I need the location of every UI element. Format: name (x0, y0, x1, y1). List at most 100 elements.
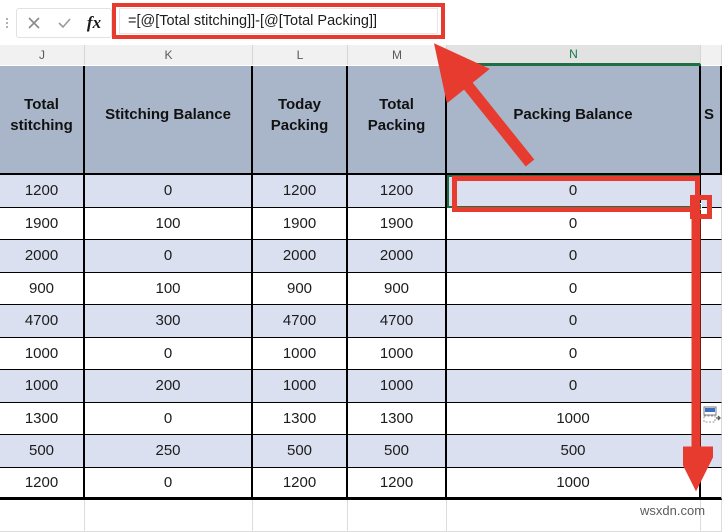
vertical-dots-icon (6, 17, 8, 28)
cell-total-packing[interactable]: 2000 (348, 240, 447, 273)
table-row[interactable]: 1300 0 1300 1300 1000 (0, 402, 722, 435)
table-header-next-column: S (701, 66, 722, 175)
cell-next[interactable] (701, 175, 722, 208)
cell-next[interactable] (701, 305, 722, 338)
cell-packing-balance[interactable]: 1000 (447, 467, 701, 500)
check-icon[interactable] (49, 9, 79, 37)
cell-next[interactable] (701, 240, 722, 273)
cell-today-packing[interactable]: 900 (253, 272, 348, 305)
cell-stitching-balance[interactable]: 0 (85, 240, 253, 273)
table-row[interactable]: 2000 0 2000 2000 0 (0, 240, 722, 273)
cell-total-packing[interactable]: 1200 (348, 175, 447, 208)
cell-today-packing[interactable]: 500 (253, 435, 348, 468)
table-row[interactable]: 900 100 900 900 0 (0, 272, 722, 305)
cell-stitching-balance[interactable]: 100 (85, 207, 253, 240)
formula-input-highlight-box: =[@[Total stitching]]-[@[Total Packing]] (112, 3, 445, 39)
cancel-icon[interactable] (19, 9, 49, 37)
column-header-m[interactable]: M (348, 45, 447, 65)
cell-today-packing[interactable]: 4700 (253, 305, 348, 338)
cell-packing-balance[interactable]: 0 (447, 272, 701, 305)
insert-function-icon[interactable]: fx (79, 9, 109, 37)
empty-cell[interactable] (253, 500, 348, 532)
cell-stitching-balance[interactable]: 0 (85, 467, 253, 500)
cell-total-stitching[interactable]: 1900 (0, 207, 85, 240)
empty-grid-row[interactable] (0, 500, 722, 532)
cell-stitching-balance[interactable]: 0 (85, 402, 253, 435)
cell-total-stitching[interactable]: 500 (0, 435, 85, 468)
cell-next[interactable] (701, 272, 722, 305)
cell-stitching-balance[interactable]: 200 (85, 370, 253, 403)
empty-cell[interactable] (85, 500, 253, 532)
cell-packing-balance[interactable]: 0 (447, 337, 701, 370)
table-header-row: Total stitching Stitching Balance Today … (0, 66, 722, 175)
table-header-today-packing: Today Packing (253, 66, 348, 175)
formula-bar-buttons: fx (16, 7, 112, 38)
table-row[interactable]: 1200 0 1200 1200 0 (0, 175, 722, 208)
cell-today-packing[interactable]: 2000 (253, 240, 348, 273)
cell-total-packing[interactable]: 500 (348, 435, 447, 468)
table-row[interactable]: 1900 100 1900 1900 0 (0, 207, 722, 240)
column-header-strip: J K L M N (0, 45, 722, 65)
cell-today-packing[interactable]: 1000 (253, 370, 348, 403)
cell-total-packing[interactable]: 1300 (348, 402, 447, 435)
cell-total-packing[interactable]: 4700 (348, 305, 447, 338)
cell-next[interactable] (701, 207, 722, 240)
autofill-options-icon[interactable] (703, 406, 721, 424)
cell-total-packing[interactable]: 1900 (348, 207, 447, 240)
cell-today-packing[interactable]: 1200 (253, 467, 348, 500)
cell-total-stitching[interactable]: 2000 (0, 240, 85, 273)
cell-packing-balance[interactable]: 0 (447, 240, 701, 273)
cell-packing-balance[interactable]: 1000 (447, 402, 701, 435)
cell-total-stitching[interactable]: 1300 (0, 402, 85, 435)
cell-total-stitching[interactable]: 1000 (0, 337, 85, 370)
cell-packing-balance[interactable]: 0 (447, 207, 701, 240)
cell-packing-balance[interactable]: 0 (447, 175, 701, 208)
cell-today-packing[interactable]: 1200 (253, 175, 348, 208)
cell-next[interactable] (701, 435, 722, 468)
table-row[interactable]: 1200 0 1200 1200 1000 (0, 467, 722, 500)
cell-next[interactable] (701, 370, 722, 403)
cell-total-packing[interactable]: 1200 (348, 467, 447, 500)
column-header-j[interactable]: J (0, 45, 85, 65)
fill-handle[interactable] (695, 203, 702, 210)
column-header-n[interactable]: N (447, 45, 701, 65)
table-row[interactable]: 1000 0 1000 1000 0 (0, 337, 722, 370)
cell-total-packing[interactable]: 1000 (348, 370, 447, 403)
table-header-packing-balance: Packing Balance (447, 66, 701, 175)
table-header-total-packing: Total Packing (348, 66, 447, 175)
cell-stitching-balance[interactable]: 0 (85, 337, 253, 370)
cell-next[interactable] (701, 337, 722, 370)
cell-stitching-balance[interactable]: 300 (85, 305, 253, 338)
cell-today-packing[interactable]: 1300 (253, 402, 348, 435)
cell-packing-balance[interactable]: 0 (447, 370, 701, 403)
cell-stitching-balance[interactable]: 100 (85, 272, 253, 305)
cell-total-stitching[interactable]: 1200 (0, 175, 85, 208)
formula-bar-grip[interactable] (0, 0, 14, 45)
formula-bar: fx =[@[Total stitching]]-[@[Total Packin… (0, 0, 722, 45)
formula-input[interactable]: =[@[Total stitching]]-[@[Total Packing]] (119, 8, 438, 34)
cell-total-stitching[interactable]: 1200 (0, 467, 85, 500)
table-row[interactable]: 1000 200 1000 1000 0 (0, 370, 722, 403)
cell-next[interactable] (701, 467, 722, 500)
empty-cell[interactable] (348, 500, 447, 532)
table-row[interactable]: 500 250 500 500 500 (0, 435, 722, 468)
cell-today-packing[interactable]: 1900 (253, 207, 348, 240)
cell-total-packing[interactable]: 900 (348, 272, 447, 305)
watermark: wsxdn.com (640, 503, 706, 518)
column-header-next[interactable] (701, 45, 722, 65)
cell-total-stitching[interactable]: 4700 (0, 305, 85, 338)
column-header-k[interactable]: K (85, 45, 253, 65)
column-header-l[interactable]: L (253, 45, 348, 65)
empty-cell[interactable] (0, 500, 85, 532)
cell-packing-balance[interactable]: 0 (447, 305, 701, 338)
cell-packing-balance[interactable]: 500 (447, 435, 701, 468)
spreadsheet-grid[interactable]: 1200 0 1200 1200 0 1900 100 1900 1900 0 … (0, 175, 722, 532)
cell-today-packing[interactable]: 1000 (253, 337, 348, 370)
active-column-indicator (447, 64, 701, 66)
cell-total-stitching[interactable]: 1000 (0, 370, 85, 403)
cell-stitching-balance[interactable]: 250 (85, 435, 253, 468)
cell-stitching-balance[interactable]: 0 (85, 175, 253, 208)
table-row[interactable]: 4700 300 4700 4700 0 (0, 305, 722, 338)
cell-total-packing[interactable]: 1000 (348, 337, 447, 370)
cell-total-stitching[interactable]: 900 (0, 272, 85, 305)
